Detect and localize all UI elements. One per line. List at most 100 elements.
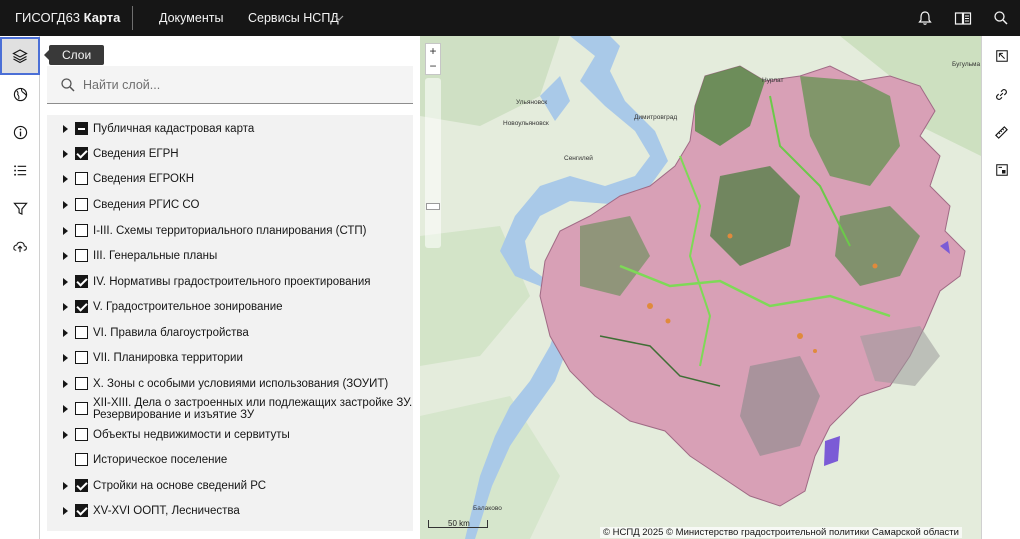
app-brand[interactable]: ГИСОГД63 Карта [15,0,120,36]
layer-label: V. Градостроительное зонирование [93,301,283,313]
share-link-button[interactable] [982,76,1020,112]
layer-checkbox[interactable] [75,453,88,466]
place-label: Бугульма [952,61,980,68]
expand-caret-icon[interactable] [63,431,68,439]
layer-checkbox[interactable] [75,351,88,364]
layer-row[interactable]: VI. Правила благоустройства [47,321,413,346]
zoom-slider-thumb[interactable] [426,203,440,210]
expand-caret-icon[interactable] [63,227,68,235]
layer-checkbox[interactable] [75,249,88,262]
filter-icon [12,202,28,215]
right-toolbar [981,36,1020,539]
layer-checkbox[interactable] [75,326,88,339]
layers-icon [12,49,28,64]
layer-checkbox[interactable] [75,147,88,160]
layer-row[interactable]: Сведения ЕГРН [47,142,413,167]
extent-icon [995,50,1008,62]
expand-caret-icon[interactable] [63,354,68,362]
layer-row[interactable]: I-III. Схемы территориального планирован… [47,219,413,244]
layer-row[interactable]: Сведения РГИС СО [47,193,413,218]
scale-label: 50 km [448,519,470,528]
filter-button[interactable] [0,189,40,227]
zoom-control: + − [425,43,441,75]
layers-button[interactable] [0,37,40,75]
layer-row[interactable]: V. Градостроительное зонирование [47,295,413,320]
layer-checkbox[interactable] [75,275,88,288]
layer-label: XV-XVI ООПТ, Лесничества [93,505,240,517]
top-bar: ГИСОГД63 Карта Документы Сервисы НСПД [0,0,1020,36]
measure-button[interactable] [982,114,1020,150]
layer-row[interactable]: X. Зоны с особыми условиями использовани… [47,372,413,397]
place-label: Новоульяновск [503,120,549,127]
place-label: Балаково [473,505,502,512]
layer-row[interactable]: IV. Нормативы градостроительного проекти… [47,270,413,295]
layer-checkbox[interactable] [75,224,88,237]
map-canvas: Ульяновск Новоульяновск Димитровград Сен… [420,36,981,539]
place-label: Сенгилей [564,154,593,162]
brand-prefix: ГИСОГД63 [15,10,81,25]
expand-caret-icon[interactable] [63,278,68,286]
layer-row[interactable]: Публичная кадастровая карта [47,117,413,142]
globe-icon [13,87,27,101]
layer-search-input[interactable] [83,66,403,103]
upload-icon [13,241,27,252]
layer-label: IV. Нормативы градостроительного проекти… [93,276,371,288]
basemap-button[interactable] [0,75,40,113]
place-label: Ульяновск [516,99,547,106]
expand-caret-icon[interactable] [63,303,68,311]
expand-caret-icon[interactable] [63,482,68,490]
layer-label: VI. Правила благоустройства [93,327,249,339]
layer-label: Сведения РГИС СО [93,199,200,211]
layer-row[interactable]: VII. Планировка территории [47,346,413,371]
bell-icon[interactable] [913,6,937,30]
book-icon[interactable] [951,6,975,30]
expand-caret-icon[interactable] [63,329,68,337]
layer-checkbox[interactable] [75,428,88,441]
full-extent-button[interactable] [982,38,1020,74]
layer-row[interactable]: Историческое поселение [47,448,413,473]
zoom-slider-track[interactable] [425,78,441,248]
layer-label: VII. Планировка территории [93,352,243,364]
expand-caret-icon[interactable] [63,507,68,515]
layer-checkbox[interactable] [75,198,88,211]
zoom-in-button[interactable]: + [426,44,440,59]
nav-nspd-services[interactable]: Сервисы НСПД [248,0,339,36]
expand-caret-icon[interactable] [63,150,68,158]
layer-checkbox[interactable] [75,402,88,415]
layer-checkbox[interactable] [75,122,88,135]
expand-caret-icon[interactable] [63,405,68,413]
layer-checkbox[interactable] [75,172,88,185]
upload-button[interactable] [0,227,40,265]
layer-row[interactable]: Стройки на основе сведений РС [47,474,413,499]
search-icon[interactable] [989,6,1013,30]
layer-label: Историческое поселение [93,454,228,466]
layer-row[interactable]: XII-XIII. Дела о застроенных или подлежа… [47,397,413,422]
layer-checkbox[interactable] [75,504,88,517]
layer-checkbox[interactable] [75,377,88,390]
zoom-out-button[interactable]: − [426,59,440,74]
layer-checkbox[interactable] [75,479,88,492]
expand-caret-icon[interactable] [63,175,68,183]
expand-caret-icon[interactable] [63,252,68,260]
layer-label: Стройки на основе сведений РС [93,480,267,492]
list-icon [13,164,26,176]
expand-caret-icon[interactable] [63,380,68,388]
print-button[interactable] [982,152,1020,188]
layer-list: Публичная кадастровая карта Сведения ЕГРН… [47,115,413,531]
layer-checkbox[interactable] [75,300,88,313]
map-view[interactable]: Ульяновск Новоульяновск Димитровград Сен… [420,36,981,539]
layer-row[interactable]: XV-XVI ООПТ, Лесничества [47,499,413,524]
left-toolbar [0,36,40,539]
legend-button[interactable] [0,151,40,189]
chevron-down-icon[interactable] [333,12,345,24]
expand-caret-icon[interactable] [63,201,68,209]
layer-label: Сведения ЕГРОКН [93,173,194,185]
header-divider [132,6,133,30]
layer-row[interactable]: III. Генеральные планы [47,244,413,269]
nav-documents[interactable]: Документы [159,0,223,36]
expand-caret-icon[interactable] [63,125,68,133]
layer-row[interactable]: Сведения ЕГРОКН [47,167,413,192]
info-button[interactable] [0,113,40,151]
layer-row[interactable]: Объекты недвижимости и сервитуты [47,423,413,448]
place-label: Нурлат [762,77,784,84]
